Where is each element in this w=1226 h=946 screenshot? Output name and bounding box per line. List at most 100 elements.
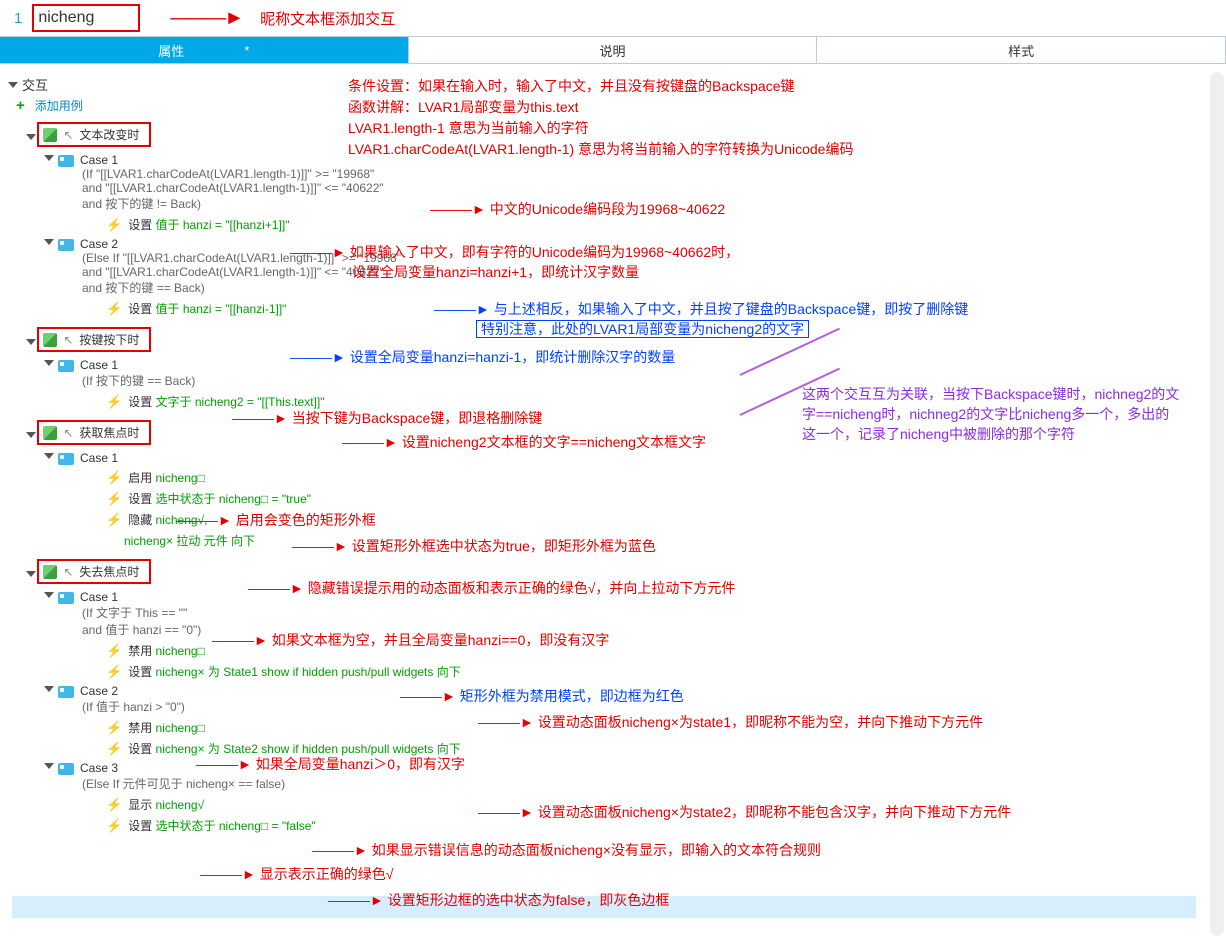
anno-line: LVAR1.charCodeAt(LVAR1.length-1) 意思为将当前输… xyxy=(348,139,853,160)
add-use-case-label: 添加用例 xyxy=(35,97,83,114)
bolt-icon: ⚡ xyxy=(106,470,122,486)
arrow-right-icon: ———► xyxy=(170,7,242,30)
action-setselected[interactable]: ⚡设置 选中状态于 nicheng□ = "true" xyxy=(106,490,1226,507)
bolt-icon: ⚡ xyxy=(106,217,122,233)
action-target: 值于 hanzi = "[[hanzi+1]]" xyxy=(156,218,290,232)
event-key-down[interactable]: ↖ 按键按下时 xyxy=(37,327,151,352)
anno-unicode-range: ———► 中文的Unicode编码段为19968~40622 xyxy=(430,199,725,219)
bolt-icon: ⚡ xyxy=(106,741,122,757)
action-setstate1[interactable]: ⚡ 设置 nicheng× 为 State1 show if hidden pus… xyxy=(106,663,1226,680)
anno-hanzi-minus: ———► 设置全局变量hanzi=hanzi-1，即统计删除汉字的数量 xyxy=(290,347,675,367)
event-icon xyxy=(43,333,57,347)
event-icon xyxy=(43,565,57,579)
cursor-icon: ↖ xyxy=(63,565,73,579)
case-icon xyxy=(58,686,74,698)
anno-text: 如果显示错误信息的动态面板nicheng×没有显示，即输入的文本符合规则 xyxy=(372,842,821,858)
event-label: 文本改变时 xyxy=(79,126,139,143)
anno-text: 设置动态面板nicheng×为state1，即昵称不能为空，并向下推动下方元件 xyxy=(538,714,983,730)
anno-blur-empty: ———► 如果文本框为空，并且全局变量hanzi==0，即没有汉字 xyxy=(212,630,609,650)
chevron-icon xyxy=(44,763,54,769)
case-name: Case 1 xyxy=(80,153,384,167)
anno-top: 条件设置：如果在输入时，输入了中文，并且没有按键盘的Backspace键 函数讲… xyxy=(348,76,853,160)
tab-style[interactable]: 样式 xyxy=(817,37,1226,63)
anno-hide-panels: ———► 隐藏错误提示用的动态面板和表示正确的绿色√，并向上拉动下方元件 xyxy=(248,578,735,598)
anno-line: LVAR1.length-1 意思为当前输入的字符 xyxy=(348,118,853,139)
anno-text: 与上述相反，如果输入了中文，并且按了键盘的Backspace键，即按了删除键 xyxy=(494,301,968,317)
action-verb: 设置 xyxy=(128,665,155,679)
bolt-icon: ⚡ xyxy=(106,491,122,507)
action-enable[interactable]: ⚡启用 nicheng□ xyxy=(106,469,1226,486)
bolt-icon: ⚡ xyxy=(106,643,122,659)
bolt-icon: ⚡ xyxy=(106,720,122,736)
chevron-icon xyxy=(26,571,36,577)
anno-text: 设置动态面板nicheng×为state2，即昵称不能包含汉字，并向下推动下方元… xyxy=(538,804,1011,820)
tab-attributes[interactable]: 属性* xyxy=(0,37,409,63)
action-verb: 启用 xyxy=(128,471,155,485)
tab-star: * xyxy=(244,43,249,58)
chevron-icon xyxy=(44,239,54,245)
action-target: nicheng√ xyxy=(156,798,205,812)
tab-desc-label: 说明 xyxy=(600,41,626,60)
anno-set-nicheng2: ———► 设置nicheng2文本框的文字==nicheng文本框文字 xyxy=(342,432,706,452)
chevron-icon xyxy=(44,155,54,161)
anno-hanzi-gt0: ———► 如果全局变量hanzi＞0，即有汉字 xyxy=(196,754,465,774)
case-icon xyxy=(58,763,74,775)
bolt-icon: ⚡ xyxy=(106,664,122,680)
action-target: 文字于 nicheng2 = "[[This.text]]" xyxy=(156,395,325,409)
anno-hanzi-plus: ———► 如果输入了中文，即有字符的Unicode编码为19968~40662时… xyxy=(290,242,739,282)
cursor-icon: ↖ xyxy=(63,426,73,440)
case-icon xyxy=(58,155,74,167)
case-name: Case 1 xyxy=(80,590,201,604)
event-label: 按键按下时 xyxy=(79,331,139,348)
anno-text: 启用会变色的矩形外框 xyxy=(236,512,376,528)
anno-show-tick: ———► 显示表示正确的绿色√ xyxy=(200,864,393,884)
case-name: Case 2 xyxy=(80,684,185,698)
anno-enable-box: ———► 启用会变色的矩形外框 xyxy=(176,510,376,530)
cond-line: (If 文字于 This == "" xyxy=(82,604,201,621)
anno-text: 隐藏错误提示用的动态面板和表示正确的绿色√，并向上拉动下方元件 xyxy=(308,580,736,596)
cursor-icon: ↖ xyxy=(63,333,73,347)
chevron-icon xyxy=(26,432,36,438)
anno-text: 设置nicheng2文本框的文字==nicheng文本框文字 xyxy=(402,434,706,450)
action-verb: 设置 xyxy=(128,302,155,316)
action-verb: 禁用 xyxy=(128,721,155,735)
anno-text: 如果输入了中文，即有字符的Unicode编码为19968~40662时， xyxy=(350,244,739,260)
anno-selected-true: ———► 设置矩形外框选中状态为true，即矩形外框为蓝色 xyxy=(292,536,656,556)
tab-style-label: 样式 xyxy=(1008,41,1034,60)
anno-state2: ———► 设置动态面板nicheng×为state2，即昵称不能包含汉字，并向下… xyxy=(478,802,1011,822)
action-verb: 设置 xyxy=(128,492,155,506)
action-verb: 禁用 xyxy=(128,644,155,658)
event-onblur[interactable]: ↖ 失去焦点时 xyxy=(37,559,151,584)
action-target: 选中状态于 nicheng□ = "false" xyxy=(156,819,316,833)
tab-description[interactable]: 说明 xyxy=(409,37,818,63)
anno-back-delete: ———► 与上述相反，如果输入了中文，并且按了键盘的Backspace键，即按了… xyxy=(434,299,968,339)
event-label: 失去焦点时 xyxy=(79,563,139,580)
section-title: 交互 xyxy=(22,75,48,94)
top-anno: 昵称文本框添加交互 xyxy=(260,8,395,29)
chevron-icon xyxy=(26,339,36,345)
anno-text: 当按下键为Backspace键，即退格删除键 xyxy=(292,410,542,426)
anno-text: 如果文本框为空，并且全局变量hanzi==0，即没有汉字 xyxy=(272,632,610,648)
cond-line: (If 按下的键 == Back) xyxy=(82,372,195,389)
case-1[interactable]: Case 1 ⚡启用 nicheng□ ⚡设置 选中状态于 nicheng□ =… xyxy=(46,451,1226,549)
action-target: nicheng× 为 State1 show if hidden push/pu… xyxy=(156,665,461,679)
case-icon xyxy=(58,592,74,604)
anno-no-error: ———► 如果显示错误信息的动态面板nicheng×没有显示，即输入的文本符合规… xyxy=(312,840,821,860)
event-text-change[interactable]: ↖ 文本改变时 xyxy=(37,122,151,147)
action-verb: 设置 xyxy=(128,742,155,756)
anno-text: 设置全局变量hanzi=hanzi+1，即统计汉字数量 xyxy=(352,264,639,280)
chevron-icon xyxy=(44,453,54,459)
event-icon xyxy=(43,426,57,440)
anno-disable-red: ———► 矩形外框为禁用模式，即边框为红色 xyxy=(400,686,684,706)
case-icon xyxy=(58,360,74,372)
nicheng-input[interactable] xyxy=(32,4,140,32)
case-1[interactable]: Case 1 (If "[[LVAR1.charCodeAt(LVAR1.len… xyxy=(46,153,1226,233)
cond-line: (If 值于 hanzi > "0") xyxy=(82,698,185,715)
anno-text: 显示表示正确的绿色√ xyxy=(260,866,394,882)
chevron-icon xyxy=(44,592,54,598)
line-number: 1 xyxy=(14,10,22,27)
event-onfocus[interactable]: ↖ 获取焦点时 xyxy=(37,420,151,445)
cond-line: (Else If 元件可见于 nicheng× == false) xyxy=(82,775,285,792)
chevron-icon xyxy=(44,686,54,692)
anno-text: 特别注意，此处的LVAR1局部变量为nicheng2的文字 xyxy=(476,320,809,338)
